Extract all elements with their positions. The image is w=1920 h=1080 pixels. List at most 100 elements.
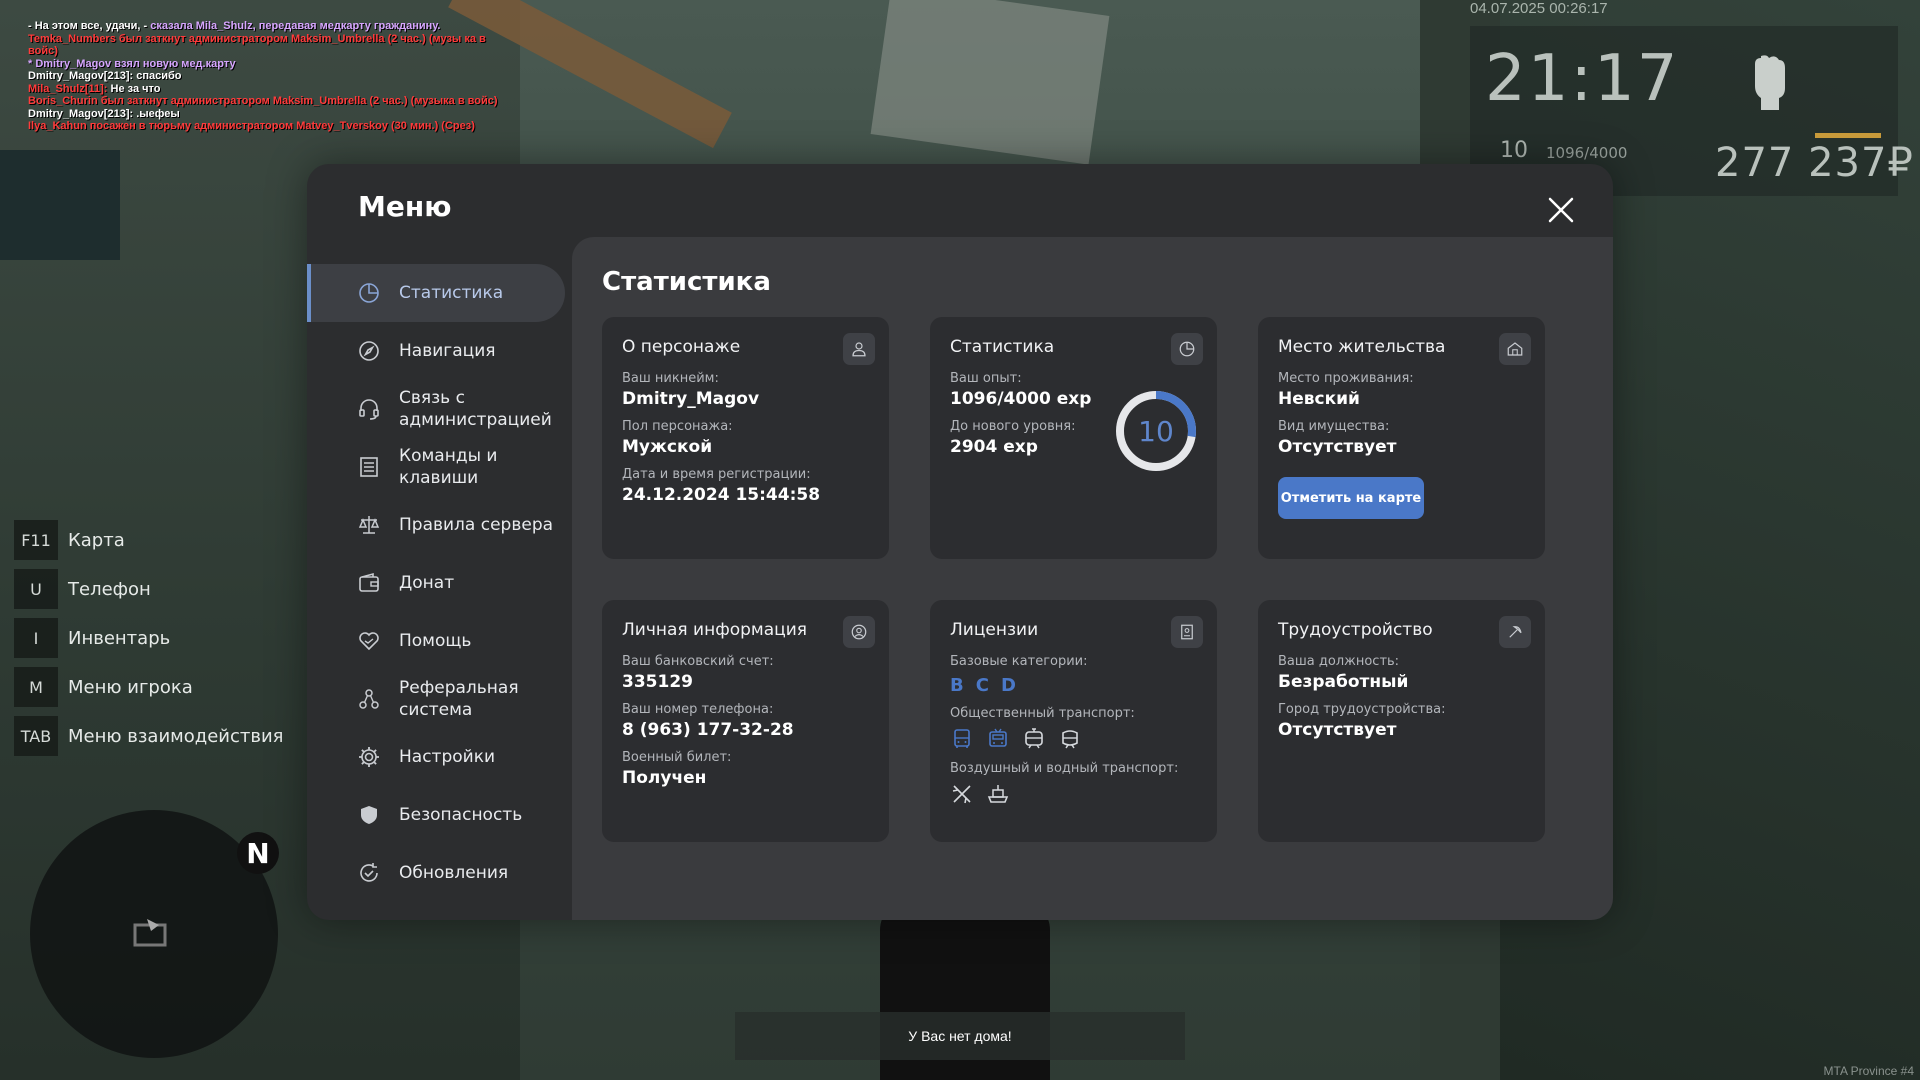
field-label: Пол персонажа: (622, 419, 733, 434)
menu-window: Меню Статистика Навигация Связь с админи… (307, 164, 1613, 920)
license-categories: BCD (950, 675, 1197, 696)
headset-icon (359, 399, 379, 420)
card-licenses: Лицензии Базовые категории: BCD Обществе… (930, 600, 1217, 842)
level-value: 10 (1138, 414, 1174, 448)
pie-chart-icon (359, 283, 379, 303)
military-id-value: Получен (622, 768, 707, 788)
card-icon-button (843, 616, 875, 648)
page-title: Статистика (602, 267, 771, 297)
employment-city-value: Отсутствует (1278, 720, 1397, 740)
keybind-map[interactable]: F11 Карта (14, 520, 283, 560)
sidebar-item-referral[interactable]: Реферальная система (307, 670, 565, 728)
keybind-player-menu[interactable]: M Меню игрока (14, 667, 283, 707)
card-statistics: Статистика Ваш опыт: 1096/4000 exp До но… (930, 317, 1217, 559)
chat-line: Boris_Churin был заткнут администратором… (28, 95, 498, 107)
sidebar-item-settings[interactable]: Настройки (307, 728, 565, 786)
minimap: N (30, 810, 279, 1058)
gear-icon (359, 747, 379, 767)
keybind-label: Телефон (68, 578, 151, 600)
chat-line: Mila_Shulz[11]: Не за что (28, 82, 161, 95)
tram-icon (1025, 728, 1043, 749)
keybind-phone[interactable]: U Телефон (14, 569, 283, 609)
card-icon-button (1171, 333, 1203, 365)
field-label: Военный билет: (622, 750, 732, 765)
card-employment: Трудоустройство Ваша должность: Безработ… (1258, 600, 1545, 842)
key-cap: I (14, 618, 58, 658)
position-value: Безработный (1278, 672, 1409, 692)
keybind-label: Карта (68, 529, 125, 551)
keybind-inventory[interactable]: I Инвентарь (14, 618, 283, 658)
card-icon-button (1171, 616, 1203, 648)
boat-icon (987, 785, 1009, 803)
house-icon (1507, 342, 1523, 356)
nickname-value: Dmitry_Magov (622, 389, 760, 409)
card-title: Место жительства (1278, 337, 1446, 357)
field-label: Воздушный и водный транспорт: (950, 761, 1179, 776)
field-label: Ваш банковский счет: (622, 654, 774, 669)
key-cap: U (14, 569, 58, 609)
card-title: Статистика (950, 337, 1055, 357)
compass-icon (359, 341, 379, 361)
sidebar-item-label: Навигация (399, 341, 496, 361)
north-indicator: N (237, 832, 279, 874)
sidebar-item-label: Донат (399, 573, 455, 593)
hud-money: 277 237₽ (1715, 140, 1914, 186)
user-circle-icon (851, 624, 867, 640)
keybind-interaction-menu[interactable]: TAB Меню взаимодействия (14, 716, 283, 756)
field-label: Дата и время регистрации: (622, 467, 811, 482)
chat-line: Dmitry_Magov[213]: спасибо (28, 70, 182, 82)
sidebar-item-security[interactable]: Безопасность (307, 786, 565, 844)
sidebar-item-donate[interactable]: Донат (307, 554, 565, 612)
card-icon-button (1499, 616, 1531, 648)
sidebar-item-commands[interactable]: Команды и клавиши (307, 438, 565, 496)
sidebar-item-updates[interactable]: Обновления (307, 844, 565, 902)
content-panel: Статистика О персонаже Ваш никнейм: Dmit… (572, 237, 1613, 920)
sidebar-item-help[interactable]: Помощь (307, 612, 565, 670)
trolleybus-icon (989, 728, 1007, 747)
menu-sidebar: Статистика Навигация Связь с администрац… (307, 264, 565, 902)
keybind-hints: F11 Карта U Телефон I Инвентарь M Меню игрок… (14, 520, 283, 765)
key-cap: M (14, 667, 58, 707)
pie-chart-icon (1179, 341, 1195, 357)
bus-icon (954, 729, 970, 748)
chat-line: - На этом все, удачи, - сказала Mila_Shu… (28, 20, 441, 32)
hud-hunger-bar (1815, 133, 1881, 138)
sidebar-item-label: Реферальная система (399, 678, 519, 720)
field-label: Ваш опыт: (950, 371, 1022, 386)
license-category: B (950, 675, 968, 696)
card-residence: Место жительства Место проживания: Невск… (1258, 317, 1545, 559)
air-water-transport-icons (950, 782, 1197, 806)
sidebar-item-label: Помощь (399, 631, 472, 651)
mark-on-map-button[interactable]: Отметить на карте (1278, 477, 1424, 519)
card-personal-info: Личная информация Ваш банковский счет: 3… (602, 600, 889, 842)
sidebar-item-label: Обновления (399, 863, 509, 883)
card-icon-button (843, 333, 875, 365)
card-title: Личная информация (622, 620, 808, 640)
gender-value: Мужской (622, 437, 713, 457)
license-card-icon (1181, 624, 1193, 640)
notification-bar: У Вас нет дома! (735, 1012, 1185, 1060)
sidebar-item-label: Команды и клавиши (399, 446, 498, 488)
background-door (0, 150, 120, 260)
sidebar-item-label: Связь с администрацией (399, 388, 552, 430)
residence-value: Невский (1278, 389, 1360, 409)
phone-value: 8 (963) 177-32-28 (622, 720, 794, 740)
chat-line: Temka_Numbers был заткнут администраторо… (28, 32, 486, 58)
metro-icon (1062, 730, 1078, 749)
field-label: Вид имущества: (1278, 419, 1390, 434)
sidebar-item-label: Настройки (399, 747, 496, 767)
shield-icon (361, 806, 377, 824)
keybind-label: Меню взаимодействия (68, 725, 284, 747)
sidebar-item-admin-contact[interactable]: Связь с администрацией (307, 380, 565, 438)
sidebar-item-rules[interactable]: Правила сервера (307, 496, 565, 554)
keybind-label: Инвентарь (68, 627, 171, 649)
chat-line: * Dmitry_Magov взял новую мед.карту (28, 57, 236, 70)
field-label: Место проживания: (1278, 371, 1414, 386)
keybind-label: Меню игрока (68, 676, 193, 698)
referral-icon (359, 689, 379, 709)
sidebar-item-navigation[interactable]: Навигация (307, 322, 565, 380)
player-marker-icon (133, 919, 167, 947)
field-label: Ваш номер телефона: (622, 702, 774, 717)
close-icon[interactable] (1545, 194, 1577, 226)
sidebar-item-statistics[interactable]: Статистика (307, 264, 565, 322)
